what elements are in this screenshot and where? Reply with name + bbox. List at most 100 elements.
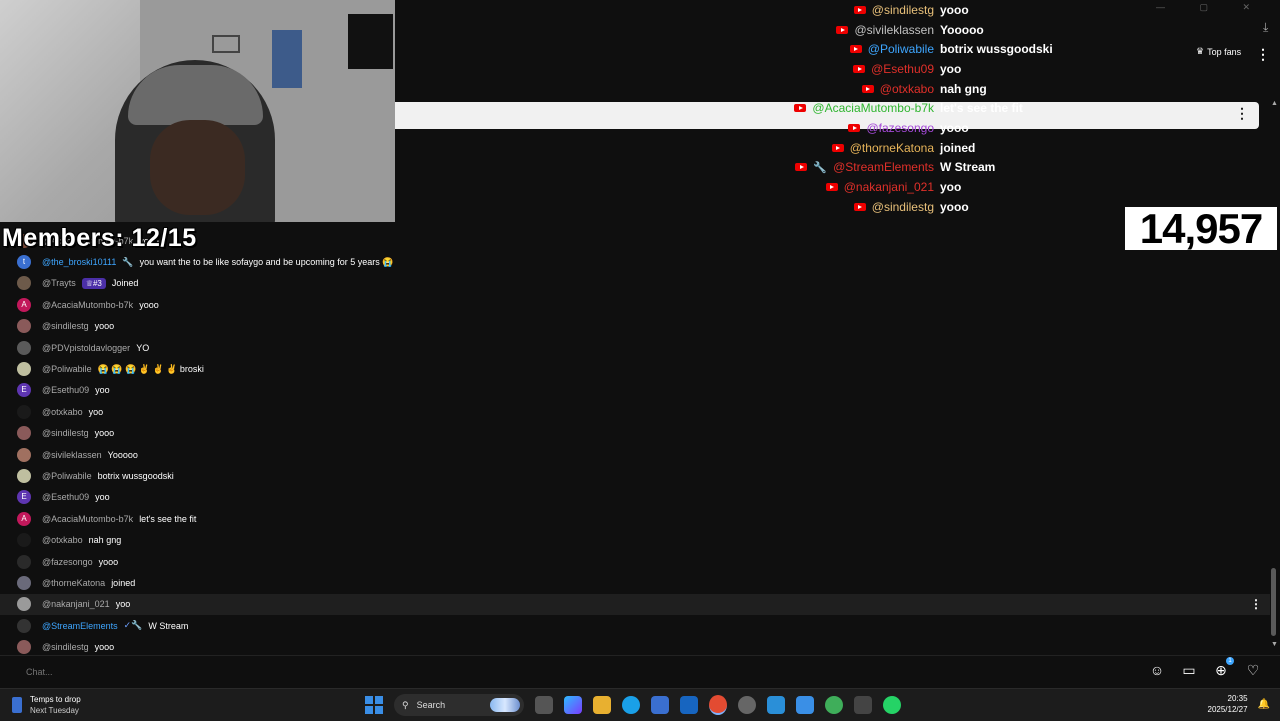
avatar[interactable]: E	[17, 490, 31, 505]
settings-icon[interactable]	[738, 696, 756, 714]
chat-message-row[interactable]: E @Esethu09 yoo	[0, 380, 1270, 401]
chat-message-text: yooo	[98, 556, 119, 567]
app-icon-window[interactable]	[854, 696, 872, 714]
chat-author[interactable]: @StreamElements	[42, 621, 118, 631]
chat-message-row[interactable]: @nakanjani_021 yoo ⋮	[0, 593, 1270, 616]
notification-icon[interactable]: 🔔	[1258, 699, 1270, 710]
avatar[interactable]	[17, 426, 31, 441]
avatar[interactable]: A	[17, 297, 31, 312]
chat-author[interactable]: @otxkabo	[42, 535, 83, 545]
chat-message-row[interactable]: @otxkabo yoo	[0, 401, 1270, 422]
chat-message-row[interactable]: @StreamElements ✓🔧 W Stream	[0, 615, 1270, 636]
taskbar-search[interactable]: ⚲ Search	[394, 694, 524, 716]
chat-message-row[interactable]: @otxkabo nah gng	[0, 529, 1270, 550]
chat-author[interactable]: @sindilestg	[42, 642, 89, 652]
avatar[interactable]	[17, 640, 31, 655]
avatar[interactable]: t	[17, 255, 31, 270]
more-options-icon[interactable]: ⋮	[1256, 46, 1270, 63]
copilot-icon[interactable]	[564, 696, 582, 714]
chat-author[interactable]: @nakanjani_021	[42, 599, 110, 609]
weather-icon	[12, 697, 22, 713]
members-counter: Members: 12/15	[2, 224, 197, 252]
scroll-up-arrow[interactable]: ▲	[1271, 100, 1278, 107]
app-icon-green[interactable]	[825, 696, 843, 714]
avatar[interactable]	[17, 362, 31, 377]
top-fans-button[interactable]: ♛ Top fans	[1196, 46, 1241, 57]
chat-message-row[interactable]: A @AcaciaMutombo-b7k yooo	[0, 294, 1270, 315]
app-icon-blue[interactable]	[767, 696, 785, 714]
super-chat-icon[interactable]: ⊕ 1	[1212, 657, 1234, 679]
avatar[interactable]	[17, 533, 31, 548]
youtube-icon	[853, 202, 866, 211]
avatar[interactable]: A	[17, 511, 31, 526]
avatar[interactable]	[17, 319, 31, 334]
scroll-down-arrow[interactable]: ▼	[1271, 641, 1278, 648]
avatar[interactable]	[17, 447, 31, 462]
banner-more-icon[interactable]: ⋮	[1235, 105, 1249, 122]
chat-message-row[interactable]: @sindilestg yooo	[0, 316, 1270, 337]
chat-author[interactable]: @Poliwabile	[42, 364, 92, 374]
weather-title: Temps to drop	[30, 695, 81, 704]
chat-scrollbar[interactable]	[1271, 568, 1276, 636]
chat-author[interactable]: @fazesongo	[42, 557, 93, 567]
chat-author[interactable]: @AcaciaMutombo-b7k	[42, 514, 133, 524]
emoji-icon[interactable]: ☺	[1148, 661, 1166, 679]
chat-author[interactable]: @AcaciaMutombo-b7k	[42, 300, 133, 310]
app-icon-dev[interactable]	[796, 696, 814, 714]
chat-author[interactable]: @Esethu09	[42, 385, 89, 395]
avatar[interactable]	[17, 340, 31, 355]
weather-widget[interactable]: Temps to drop Next Tuesday	[12, 694, 81, 716]
chat-message-text: yooo	[94, 321, 115, 332]
edge-icon[interactable]	[622, 696, 640, 714]
overlay-author: @sivileklassen	[854, 22, 934, 37]
youtube-icon	[794, 104, 807, 113]
chat-message-row[interactable]: @Poliwabile botrix wussgoodski	[0, 465, 1270, 486]
window-controls[interactable]: — ▢ ✕	[1156, 2, 1266, 13]
outlook-icon[interactable]	[680, 696, 698, 714]
chat-author[interactable]: @otxkabo	[42, 407, 83, 417]
store-icon[interactable]	[651, 696, 669, 714]
chat-message-row[interactable]: @PDVpistoldavlogger YO	[0, 337, 1270, 358]
chat-author[interactable]: @sindilestg	[42, 428, 89, 438]
chat-message-row[interactable]: @Trayts ♕#3 Joined	[0, 273, 1270, 294]
chat-message-row[interactable]: @fazesongo yooo	[0, 551, 1270, 572]
chat-message-row[interactable]: @sivileklassen Yooooo	[0, 444, 1270, 465]
chat-author[interactable]: @Trayts	[42, 278, 76, 288]
chat-message-row[interactable]: @sindilestg yooo	[0, 423, 1270, 444]
streamer-face	[150, 120, 245, 215]
sticker-icon[interactable]: ▭	[1180, 661, 1198, 679]
chrome-icon[interactable]	[709, 695, 727, 715]
chat-message-row[interactable]: @thorneKatona joined	[0, 572, 1270, 593]
chat-author[interactable]: @sivileklassen	[42, 450, 102, 460]
chat-author[interactable]: @the_broski10111	[42, 257, 116, 267]
file-explorer-icon[interactable]	[593, 696, 611, 714]
avatar[interactable]	[17, 597, 31, 612]
heart-icon[interactable]: ♡	[1244, 661, 1262, 679]
avatar[interactable]	[17, 276, 31, 291]
avatar[interactable]	[17, 618, 31, 633]
chat-input[interactable]	[24, 663, 428, 681]
download-icon[interactable]: ⤓	[1263, 20, 1268, 35]
chat-message-row[interactable]: E @Esethu09 yoo	[0, 487, 1270, 508]
chat-author[interactable]: @Poliwabile	[42, 471, 92, 481]
avatar[interactable]	[17, 554, 31, 569]
chat-author[interactable]: @thorneKatona	[42, 578, 105, 588]
youtube-icon	[825, 183, 838, 192]
avatar[interactable]	[17, 575, 31, 590]
avatar[interactable]	[17, 404, 31, 419]
avatar[interactable]: E	[17, 383, 31, 398]
message-menu-icon[interactable]: ⋮	[1250, 597, 1262, 611]
chat-message-row[interactable]: t @the_broski10111 🔧 you want the to be lik…	[0, 251, 1270, 272]
chat-author[interactable]: @Esethu09	[42, 492, 89, 502]
moderator-badge-icon: 🔧	[122, 256, 134, 267]
chat-author[interactable]: @sindilestg	[42, 321, 89, 331]
whatsapp-icon[interactable]	[883, 696, 901, 714]
chat-author[interactable]: @PDVpistoldavlogger	[42, 343, 130, 353]
chat-message-row[interactable]: @Poliwabile 😭 😭 😭 ✌️ ✌️ ✌️ broski	[0, 358, 1270, 379]
avatar[interactable]	[17, 468, 31, 483]
overlay-chat-row: @fazesongo yooo	[794, 118, 1090, 138]
chat-message-row[interactable]: A @AcaciaMutombo-b7k let's see the fit	[0, 508, 1270, 529]
start-icon[interactable]	[365, 696, 383, 714]
task-view-icon[interactable]	[535, 696, 553, 714]
overlay-message: yoo	[940, 61, 962, 76]
